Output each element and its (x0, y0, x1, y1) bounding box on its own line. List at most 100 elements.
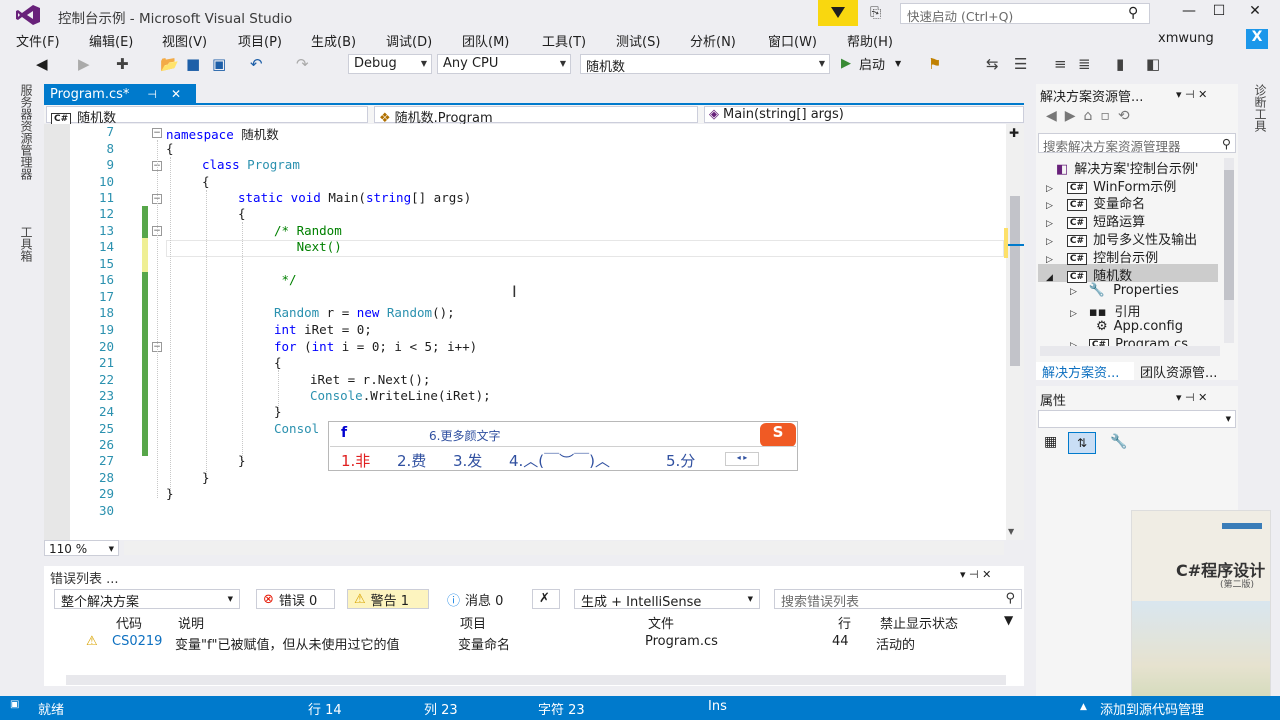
start-debug-button[interactable]: ▶ 启动 ▼ (841, 54, 901, 73)
server-explorer-tab[interactable]: 服务器资源管理器 (18, 84, 35, 180)
feedback-icon[interactable]: ⎘ (870, 5, 881, 21)
property-pages-icon[interactable]: 🔧 (1110, 434, 1127, 450)
user-name[interactable]: xmwung (1158, 31, 1214, 46)
editor-horizontal-scrollbar[interactable] (124, 541, 1004, 555)
warnings-filter-button[interactable]: ⚠ 警告 1 (347, 589, 429, 609)
open-file-icon[interactable]: 📂 (160, 55, 179, 73)
tab-program-cs[interactable]: Program.cs* ⊣ ✕ (44, 84, 196, 104)
solution-platform-select[interactable]: Any CPU ▼ (437, 54, 571, 74)
forward-icon[interactable]: ▶ (78, 55, 90, 73)
project-node[interactable]: ▷ C# 加号多义性及输出 (1046, 229, 1197, 248)
project-node[interactable]: ▷ C# 变量命名 (1046, 193, 1145, 212)
collapse-icon[interactable]: − (152, 128, 162, 138)
toolbox-tab[interactable]: 工具箱 (18, 226, 35, 262)
close-icon[interactable]: ✕ (171, 87, 181, 101)
build-filter-select[interactable]: 生成 + IntelliSense ▼ (574, 589, 760, 610)
text-cursor-icon: I (512, 282, 517, 301)
references-node[interactable]: ▷ ▪▪ 引用 (1070, 301, 1141, 320)
navigate-icon[interactable]: ⇆ (986, 55, 999, 73)
solution-toolbar-icons[interactable]: ◀▶⌂▫⟲ (1046, 108, 1138, 124)
save-all-icon[interactable]: ▣ (212, 55, 226, 73)
menu-help[interactable]: 帮助(H) (847, 31, 893, 50)
nav-class-select[interactable]: ❖ 随机数.Program (374, 106, 698, 126)
properties-object-select[interactable]: ▼ (1038, 410, 1236, 428)
code-editor[interactable] (44, 124, 1006, 540)
error-scope-select[interactable]: 整个解决方案 ▼ (54, 589, 240, 610)
format-icon[interactable]: ☰ (1014, 55, 1027, 73)
solution-hscrollbar[interactable] (1040, 346, 1220, 356)
pin-icon[interactable]: ⊣ (147, 88, 157, 101)
sort-alpha-icon[interactable]: ⇅ (1068, 432, 1096, 454)
error-list-hscrollbar[interactable] (66, 675, 1006, 685)
bookmark-prev-icon[interactable]: ◧ (1146, 55, 1160, 73)
code-line-9: class Program (202, 157, 300, 172)
menu-debug[interactable]: 调试(D) (386, 31, 432, 50)
appconfig-node[interactable]: ⚙ App.config (1096, 319, 1183, 334)
solution-search-input[interactable]: 搜索解决方案资源管理器 ⚲ (1038, 133, 1236, 154)
quick-launch-input[interactable]: 快速启动 (Ctrl+Q) (900, 3, 1150, 24)
properties-node[interactable]: ▷ 🔧 Properties (1070, 283, 1179, 298)
solution-vscrollbar[interactable] (1224, 158, 1234, 343)
uncomment-icon[interactable]: ≣ (1078, 55, 1091, 73)
column-filter-icon[interactable]: ▼ (1004, 613, 1013, 627)
menu-edit[interactable]: 编辑(E) (89, 31, 133, 50)
errors-filter-button[interactable]: ⊗ 错误 0 (256, 589, 335, 609)
project-node[interactable]: ▷ C# 短路运算 (1046, 211, 1145, 230)
menu-analyze[interactable]: 分析(N) (690, 31, 736, 50)
split-icon[interactable]: ✚ (1009, 126, 1019, 140)
toolbar-tool-icon[interactable]: ⚑ (928, 55, 941, 73)
user-avatar[interactable]: X (1246, 29, 1268, 49)
comment-icon[interactable]: ≡ (1054, 55, 1067, 73)
panel-options-icon[interactable]: ▾ ⊣ ✕ (1176, 391, 1207, 404)
project-node[interactable]: ▷ C# 控制台示例 (1046, 247, 1158, 266)
panel-options-icon[interactable]: ▾ ⊣ ✕ (1176, 88, 1207, 101)
solution-node[interactable]: ◧ 解决方案'控制台示例' (1056, 158, 1198, 177)
redo-icon[interactable]: ↷ (296, 55, 309, 73)
menu-build[interactable]: 生成(B) (311, 31, 356, 50)
panel-options-icon[interactable]: ▾ ⊣ ✕ (960, 568, 991, 581)
error-search-input[interactable]: 搜索错误列表 ⚲ (774, 589, 1022, 610)
zoom-select[interactable]: 110 % ▼ (44, 540, 119, 556)
ime-candidate-4[interactable]: 4.︿(￣︶￣)︿ (509, 450, 610, 471)
caret-marker (1008, 244, 1024, 246)
filter-icon[interactable]: ✗ (532, 589, 560, 609)
ime-candidate-5[interactable]: 5.分 (666, 450, 695, 471)
menu-test[interactable]: 测试(S) (616, 31, 660, 50)
editor-scroll-thumb[interactable] (1010, 196, 1020, 366)
menu-file[interactable]: 文件(F) (16, 31, 60, 50)
menu-project[interactable]: 项目(P) (238, 31, 282, 50)
ime-candidate-3[interactable]: 3.发 (453, 450, 482, 471)
nav-member-select[interactable]: ◈ Main(string[] args) (704, 106, 1024, 123)
project-node-active[interactable]: ◢ C# 随机数 (1046, 265, 1132, 284)
tab-solution-explorer[interactable]: 解决方案资... (1036, 362, 1134, 381)
messages-filter-button[interactable]: ⓘ 消息 0 (440, 589, 518, 609)
nav-project-select[interactable]: C# 随机数 (46, 106, 368, 126)
minimize-button[interactable]: — (1174, 3, 1204, 23)
ime-more-emoticons[interactable]: 6.更多颜文字 (429, 427, 500, 444)
back-icon[interactable]: ◀ (36, 55, 48, 73)
save-icon[interactable]: ■ (186, 55, 200, 73)
menu-view[interactable]: 视图(V) (162, 31, 207, 50)
undo-icon[interactable]: ↶ (250, 55, 263, 73)
categorized-icon[interactable]: ▦ (1044, 434, 1057, 450)
code-line-7: namespace 随机数 (166, 127, 279, 142)
error-code-link[interactable]: CS0219 (112, 634, 162, 649)
notification-flag-icon[interactable] (818, 0, 858, 26)
menu-window[interactable]: 窗口(W) (768, 31, 817, 50)
close-window-button[interactable]: ✕ (1240, 3, 1270, 23)
maximize-button[interactable]: ☐ (1204, 3, 1234, 23)
menu-tools[interactable]: 工具(T) (542, 31, 586, 50)
new-project-icon[interactable]: ✚ (116, 55, 129, 73)
ime-page-arrows-icon[interactable]: ◂ ▸ (725, 452, 759, 466)
tab-team-explorer[interactable]: 团队资源管... (1140, 362, 1217, 381)
chevron-down-icon: ▼ (895, 59, 902, 68)
scroll-down-icon[interactable]: ▼ (1008, 527, 1014, 536)
diagnostic-tools-tab[interactable]: 诊断工具 (1252, 84, 1269, 132)
menu-team[interactable]: 团队(M) (462, 31, 509, 50)
bookmark-icon[interactable]: ▮ (1116, 55, 1124, 73)
startup-project-select[interactable]: 随机数 ▼ (580, 54, 830, 75)
ime-candidate-1[interactable]: 1.非 (341, 450, 370, 471)
solution-config-select[interactable]: Debug ▼ (348, 54, 432, 74)
add-to-source-control[interactable]: 添加到源代码管理 (1100, 699, 1204, 718)
ime-candidate-2[interactable]: 2.费 (397, 450, 426, 471)
